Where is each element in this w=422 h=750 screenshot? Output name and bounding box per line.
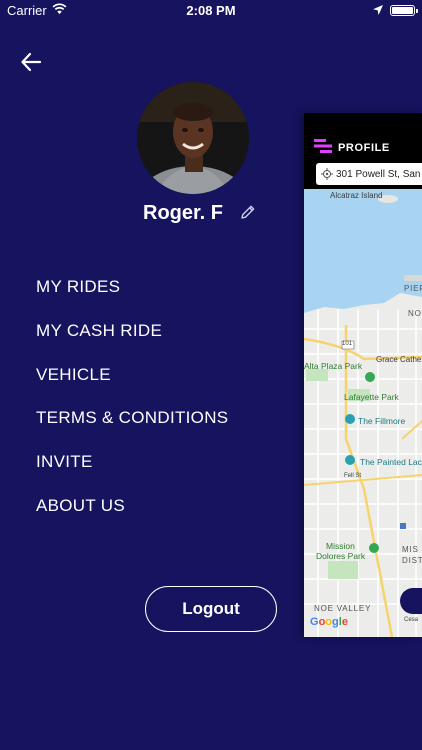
avatar-photo	[137, 82, 249, 194]
preview-search-field[interactable]: 301 Powell St, San Fr	[316, 163, 422, 185]
battery-icon	[390, 5, 418, 16]
user-name: Roger. F	[143, 202, 224, 224]
menu-item-terms-conditions[interactable]: TERMS & CONDITIONS	[36, 407, 228, 451]
preview-action-button[interactable]	[400, 588, 422, 614]
map-label-alta-plaza: Alta Plaza Park	[304, 361, 363, 371]
menu-item-my-cash-ride[interactable]: MY CASH RIDE	[36, 320, 228, 364]
avatar[interactable]	[137, 82, 249, 194]
preview-title: PROFILE	[338, 142, 390, 154]
back-arrow-icon[interactable]	[20, 51, 42, 73]
status-bar: Carrier 2:08 PM	[0, 0, 422, 22]
side-menu: MY RIDES MY CASH RIDE VEHICLE TERMS & CO…	[36, 276, 228, 539]
menu-item-invite[interactable]: INVITE	[36, 451, 228, 495]
map-label-pier: PIER	[404, 284, 422, 293]
map-label-lafayette: Lafayette Park	[344, 392, 399, 402]
menu-item-my-rides[interactable]: MY RIDES	[36, 276, 228, 320]
map-label-dist: DIST	[402, 556, 422, 565]
map-graphic	[304, 189, 422, 637]
location-arrow-icon	[373, 5, 383, 15]
logout-button[interactable]: Logout	[145, 586, 277, 632]
map-label-highway: 101	[342, 341, 353, 347]
target-icon	[321, 168, 333, 180]
map-label-noe: NOE VALLEY	[314, 604, 372, 613]
map-label-mission-2: Dolores Park	[316, 551, 366, 561]
map-view[interactable]: Alcatraz Island PIER NO 101 Grace Cathe …	[304, 189, 422, 637]
map-label-painted: The Painted Lac	[360, 457, 422, 467]
menu-item-about-us[interactable]: ABOUT US	[36, 495, 228, 539]
map-label-fell: Fell St	[344, 473, 362, 479]
map-label-cesar: Cesa	[404, 617, 419, 623]
main-screen-preview[interactable]: PROFILE Alcatraz Island PIE NO 101 Grace…	[304, 113, 422, 637]
map-label-mission-1: Mission	[326, 541, 355, 551]
map-label-no: NO	[408, 309, 422, 318]
preview-search-value: 301 Powell St, San Fr	[336, 168, 422, 180]
pencil-icon[interactable]	[240, 204, 256, 220]
google-logo: Google	[310, 616, 348, 628]
map-label-fillmore: The Fillmore	[358, 416, 406, 426]
map-label-alcatraz: Alcatraz Island	[330, 191, 383, 200]
clock: 2:08 PM	[186, 3, 236, 18]
hamburger-icon[interactable]	[314, 139, 332, 153]
preview-header: PROFILE	[304, 113, 422, 159]
map-label-grace: Grace Cathe	[376, 355, 422, 364]
map-label-mis: MIS	[402, 545, 419, 554]
menu-item-vehicle[interactable]: VEHICLE	[36, 364, 228, 408]
